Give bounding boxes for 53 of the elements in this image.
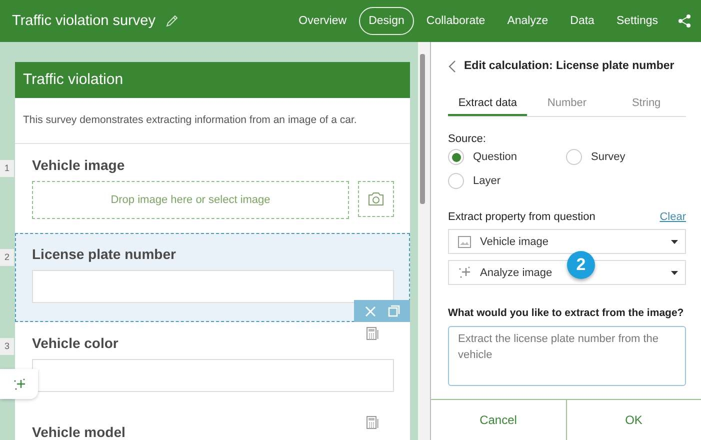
radio-label: Layer (473, 175, 501, 187)
question-number: 3 (0, 338, 14, 355)
prompt-field[interactable]: Extract the license plate number from the vehicle (448, 326, 686, 386)
question-card[interactable]: Vehicle color (15, 322, 410, 411)
text-input-field[interactable] (32, 359, 394, 392)
prompt-label: What would you like to extract from the image? (448, 307, 685, 319)
question-card[interactable]: Vehicle image Drop image here or select image (15, 144, 410, 233)
question-card[interactable]: Vehicle model (15, 411, 410, 440)
copy-icon[interactable] (388, 305, 400, 317)
radio-label: Question (473, 151, 518, 163)
selected-question-card[interactable]: License plate number (15, 233, 410, 322)
caret-icon (671, 240, 678, 244)
share-icon[interactable] (678, 14, 691, 28)
nav-tab[interactable]: Data (560, 7, 604, 35)
text-input-field[interactable] (32, 270, 394, 303)
ai-assist-button[interactable] (0, 369, 38, 399)
radio-button[interactable] (448, 173, 464, 189)
back-icon[interactable] (448, 60, 456, 72)
form-header: Traffic violation (15, 62, 410, 98)
nav-tab[interactable]: Overview (288, 7, 357, 35)
form-description: This survey demonstrates extracting information from an image of a car. (15, 98, 410, 144)
question-label: License plate number (32, 246, 177, 262)
clear-link[interactable]: Clear (660, 211, 686, 223)
dropdown[interactable]: Vehicle image (448, 229, 686, 254)
question-number: 1 (0, 160, 14, 177)
question-number: 2 (0, 249, 14, 266)
caret-icon (671, 270, 678, 274)
panel-tab[interactable]: String (606, 92, 686, 116)
question-label: Vehicle image (32, 157, 126, 173)
nav-tab[interactable]: Settings (606, 7, 668, 35)
camera-button[interactable] (358, 181, 394, 217)
sparkle-icon (458, 266, 471, 279)
sparkle-icon (12, 378, 26, 390)
question-label: Vehicle color (32, 335, 120, 351)
panel-tab[interactable]: Number (527, 92, 607, 116)
close-icon[interactable] (364, 306, 376, 316)
panel-tab[interactable]: Extract data (448, 92, 528, 116)
survey-title: Traffic violation survey (12, 13, 156, 29)
radio-button[interactable] (448, 149, 464, 165)
question-label: Vehicle model (32, 424, 126, 440)
property-label: Extract property from question (448, 211, 596, 223)
nav-tab[interactable]: Design (358, 7, 414, 35)
panel-title: Edit calculation: License plate number (464, 60, 674, 72)
source-label: Source: (448, 133, 487, 145)
camera-icon (368, 192, 384, 206)
radio-button[interactable] (566, 149, 582, 165)
nav-tab[interactable]: Analyze (497, 7, 558, 35)
radio-label: Survey (591, 151, 626, 163)
nav-tab[interactable]: Collaborate (416, 7, 496, 35)
image-icon (458, 236, 471, 248)
scrollbar[interactable] (418, 42, 430, 440)
pencil-icon[interactable] (165, 14, 178, 28)
image-drop-zone[interactable]: Drop image here or select image (32, 181, 349, 219)
